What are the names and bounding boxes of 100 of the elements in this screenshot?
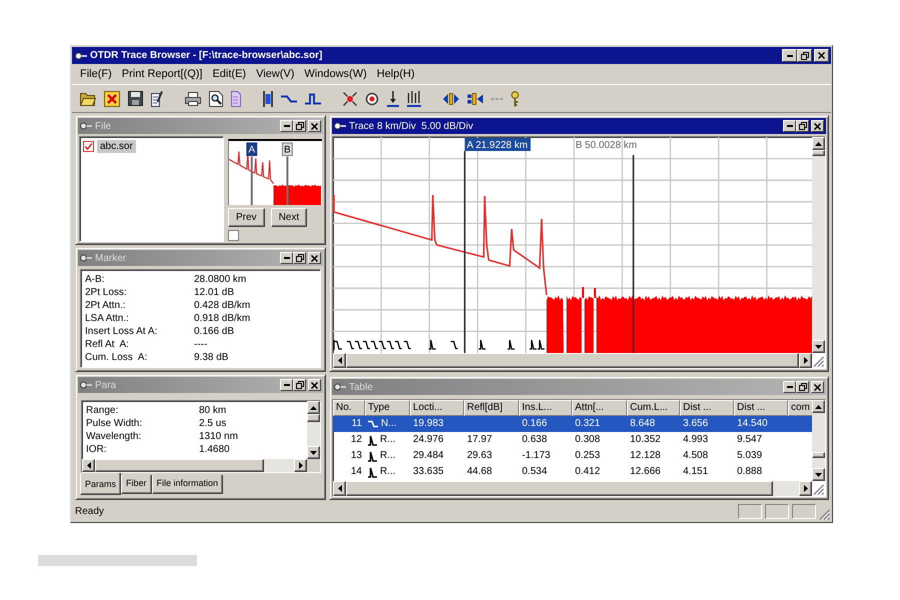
menu-item[interactable]: File(F)	[75, 67, 117, 81]
file-name[interactable]: abc.sor	[97, 140, 136, 153]
checkbox[interactable]	[83, 141, 94, 152]
column-header[interactable]: com	[788, 400, 812, 416]
menu-item[interactable]: Print Report[(Q)]	[116, 67, 208, 81]
scroll-down-button[interactable]	[812, 340, 825, 353]
pulse-line-icon[interactable]	[305, 92, 321, 104]
scroll-down-button[interactable]	[812, 468, 825, 481]
app-icon	[334, 383, 346, 391]
column-header[interactable]: No.	[333, 400, 365, 416]
field-label: Range:	[86, 404, 118, 417]
column-header[interactable]: Dist ...	[734, 400, 788, 416]
page-icon[interactable]	[231, 90, 241, 106]
table-row[interactable]: 12 R... 24.976 17.97 0.638 0.308 10.352 4.993 9.547	[333, 432, 812, 448]
scroll-left-button[interactable]	[333, 353, 346, 368]
tab[interactable]: Params	[80, 473, 122, 495]
minimize-button[interactable]	[280, 252, 293, 264]
scroll-up-button[interactable]	[812, 137, 825, 150]
close-button[interactable]	[308, 379, 321, 391]
restore-button[interactable]	[293, 379, 306, 391]
scroll-up-button[interactable]	[812, 400, 825, 413]
minimize-icon	[284, 125, 290, 127]
field-label: Insert Loss At A:	[85, 325, 158, 338]
printer-icon[interactable]	[185, 92, 201, 106]
minimize-button[interactable]	[782, 49, 797, 62]
table-cell-text: 4.508	[682, 449, 710, 463]
arrows-to-line-icon[interactable]	[407, 90, 421, 106]
close-button[interactable]	[308, 120, 321, 132]
tab[interactable]: Fiber	[121, 475, 152, 494]
vertical-scrollbar[interactable]	[307, 401, 320, 459]
minimize-button[interactable]	[280, 120, 293, 132]
close-button[interactable]	[811, 381, 824, 393]
double-arrow-icon[interactable]	[467, 92, 483, 104]
up-arrow-icon	[815, 404, 822, 408]
scroll-left-button[interactable]	[333, 481, 346, 496]
scroll-right-button[interactable]	[799, 481, 812, 496]
step-line-icon[interactable]	[281, 94, 297, 102]
scroll-right-button[interactable]	[294, 459, 307, 472]
size-grip-icon[interactable]	[813, 484, 824, 495]
close-icon	[814, 384, 821, 390]
document-pen-icon[interactable]	[151, 90, 163, 106]
scrollbar-thumb[interactable]	[307, 414, 320, 422]
left-right-arrows-icon[interactable]	[443, 92, 459, 104]
table-row[interactable]: 14 R... 33.635 44.68 0.534 0.412 12.666 4.151 0.888	[333, 464, 812, 480]
close-button[interactable]	[308, 252, 321, 264]
scroll-right-button[interactable]	[799, 353, 812, 368]
table-cell-text: 24.976	[412, 433, 445, 447]
column-header[interactable]: Dist ...	[680, 400, 734, 416]
scrollbar-thumb[interactable]	[95, 459, 264, 472]
table-cell-text: 13	[350, 449, 363, 463]
restore-button[interactable]	[796, 120, 809, 132]
minimize-button[interactable]	[783, 120, 796, 132]
scroll-down-button[interactable]	[307, 446, 320, 459]
table-row[interactable]: 11 N... 19.983 0.166 0.321 8.648 3.656 14.540	[333, 416, 812, 432]
checkbox[interactable]	[228, 230, 239, 241]
app-icon	[80, 254, 92, 262]
minimize-button[interactable]	[280, 379, 293, 391]
field-value: 0.918 dB/km	[194, 312, 250, 325]
menu-item[interactable]: View(V)	[251, 67, 300, 81]
key-icon[interactable]	[511, 90, 519, 106]
close-button[interactable]	[811, 120, 824, 132]
table-cell-text: 0.888	[736, 465, 764, 479]
restore-button[interactable]	[797, 49, 812, 62]
magnifier-page-icon[interactable]	[209, 90, 223, 106]
size-grip-icon[interactable]	[813, 356, 824, 367]
tab[interactable]: File information	[152, 475, 224, 494]
restore-button[interactable]	[293, 120, 306, 132]
column-header[interactable]: Refl[dB]	[464, 400, 519, 416]
scrollbar-thumb[interactable]	[812, 150, 825, 156]
minimize-button[interactable]	[783, 381, 796, 393]
column-header[interactable]: Type	[365, 400, 410, 416]
vertical-scrollbar[interactable]	[812, 400, 825, 481]
scrollbar-thumb[interactable]	[812, 452, 825, 458]
marker-bracket-icon[interactable]	[263, 90, 273, 106]
document-x-icon[interactable]	[104, 90, 120, 106]
next-button[interactable]: Next	[270, 208, 308, 227]
scroll-up-button[interactable]	[307, 401, 320, 414]
menu-item[interactable]: Help(H)	[372, 67, 420, 81]
close-button[interactable]	[814, 49, 829, 62]
magnifier-target-icon[interactable]	[365, 92, 379, 106]
menu-item[interactable]: Windows(W)	[299, 67, 372, 81]
previous-button[interactable]: Prev	[228, 208, 265, 227]
table-cell-text: 9.547	[736, 433, 764, 447]
column-header[interactable]: Attn[...	[572, 400, 627, 416]
table-cell-text: 0.321	[574, 417, 602, 431]
restore-button[interactable]	[796, 381, 809, 393]
size-grip-icon[interactable]	[819, 509, 830, 520]
arrow-to-line-icon[interactable]	[387, 90, 399, 106]
restore-button[interactable]	[293, 252, 306, 264]
column-header[interactable]: Cum.L...	[627, 400, 680, 416]
table-row[interactable]: 13 R... 29.484 29.63 -1.173 0.253 12.128 4.508 5.039	[333, 448, 812, 464]
vertical-scrollbar[interactable]	[812, 137, 825, 353]
horizontal-scrollbar[interactable]	[82, 459, 307, 472]
scroll-left-button[interactable]	[82, 459, 95, 472]
column-header[interactable]: Ins.L...	[519, 400, 572, 416]
app-icon	[80, 381, 92, 389]
menu-item[interactable]: Edit(E)	[207, 67, 252, 81]
target-arrows-icon[interactable]	[343, 92, 357, 106]
column-header[interactable]: Locti...	[410, 400, 464, 416]
folder-icon[interactable]	[80, 91, 96, 106]
